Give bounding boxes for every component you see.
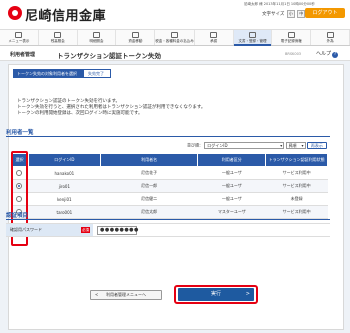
e-bond-icon xyxy=(287,32,295,38)
sort-bar: 並び順： ログインID 昇順 再表示 xyxy=(187,142,327,149)
screen-code: BRSK003 xyxy=(285,52,302,56)
sort-label: 並び順： xyxy=(187,142,203,148)
balance-icon xyxy=(54,32,62,38)
nav-item-balance[interactable]: 残高照会 xyxy=(39,30,78,45)
user-type-cell: 一般ユーザ xyxy=(197,179,266,193)
user-type-cell: 一般ユーザ xyxy=(197,166,266,180)
nav-label: 明細照会 xyxy=(89,39,104,43)
table-row: jiro01 尼信一郎 一般ユーザ サービス利用中 xyxy=(10,179,328,193)
font-small-button[interactable]: 小 xyxy=(286,10,295,18)
user-name-cell: 尼信花子 xyxy=(100,166,198,180)
user-info: 尼崎太郎 様 2013年11月1日 10時00分00秒 xyxy=(244,2,315,6)
nav-item-transfer[interactable]: 資金移動 xyxy=(116,30,156,45)
user-name-cell: 尼信健二 xyxy=(100,192,198,206)
page-title-bar: 利用者管理 トランザクション認証トークン失効 BRSK003 ヘルプ? xyxy=(0,46,350,61)
required-badge: 必須 xyxy=(81,227,90,233)
transfer-icon xyxy=(131,32,139,38)
nav-item-management[interactable]: 文書・登録・管理 xyxy=(233,30,273,46)
global-nav: メニュー表示 残高照会 明細照会 資金移動 税金・各種料金の払込み 承認 文書・… xyxy=(0,29,350,46)
menu-icon xyxy=(15,32,23,38)
login-id-cell: hanako01 xyxy=(28,166,101,180)
table-row: kenji01 尼信健二 一般ユーザ 未登録 xyxy=(10,192,328,206)
nav-item-statement[interactable]: 明細照会 xyxy=(78,30,117,45)
user-name-cell: 尼信太郎 xyxy=(100,205,198,219)
section-divider xyxy=(6,219,330,220)
nav-label: 残高照会 xyxy=(50,39,65,43)
nav-item-e-bond[interactable]: 電子記録債権 xyxy=(272,30,312,45)
section-divider xyxy=(6,136,330,137)
statement-icon xyxy=(93,32,101,38)
chevron-left-icon: < xyxy=(95,292,99,297)
col-auth-status: トランザクション認証利用状態 xyxy=(265,153,328,167)
nav-label: 電子記録債権 xyxy=(280,39,302,43)
header: 尼崎信用金庫 尼崎太郎 様 2013年11月1日 10時00分00秒 文字サイズ… xyxy=(0,0,350,29)
nav-label: 外為 xyxy=(326,39,334,43)
bank-name: 尼崎信用金庫 xyxy=(25,9,107,24)
table-row: taro001 尼信太郎 マスターユーザ サービス利用中 xyxy=(10,205,328,219)
step-next: 失効完了 xyxy=(83,69,111,78)
back-button-label: 利用者管理メニューへ xyxy=(106,292,146,297)
back-to-user-menu-button[interactable]: < 利用者管理メニューへ xyxy=(90,290,162,300)
help-label: ヘルプ xyxy=(316,51,332,57)
confirm-password-input[interactable]: ●●●●●●●● xyxy=(97,226,138,235)
table-row: hanako01 尼信花子 一般ユーザ サービス利用中 xyxy=(10,166,328,180)
nav-item-approval[interactable]: 承認 xyxy=(195,30,234,45)
nav-label: 文書・登録・管理 xyxy=(238,39,267,43)
page-category: 利用者管理 xyxy=(10,52,36,58)
step-indicator: トークン失効の対象利用者を選択 失効完了 xyxy=(13,69,111,78)
nav-label: 承認 xyxy=(210,39,218,43)
description: トランザクション認証のトークン失効を行います。 トークン失効を行うと、選択された… xyxy=(17,99,205,117)
step-current: トークン失効の対象利用者を選択 xyxy=(13,69,83,78)
user-list-title: 利用者一覧 xyxy=(6,130,34,136)
col-user-name: 利用者名 xyxy=(99,153,199,167)
user-name-cell: 尼信一郎 xyxy=(100,179,198,193)
auth-status-cell: サービス利用中 xyxy=(265,205,328,219)
auth-section-title: 認証項目 xyxy=(6,213,29,219)
password-label: 確認用パスワード xyxy=(6,224,93,236)
help-link[interactable]: ヘルプ? xyxy=(316,50,339,58)
help-icon: ? xyxy=(332,52,339,58)
forex-icon xyxy=(326,32,334,38)
login-id-cell: kenji01 xyxy=(28,192,101,206)
order-select[interactable]: 昇順 xyxy=(285,142,306,149)
management-icon xyxy=(248,32,256,38)
font-size-label: 文字サイズ xyxy=(262,12,285,17)
approval-icon xyxy=(210,32,218,38)
nav-item-payment[interactable]: 税金・各種料金の払込み xyxy=(155,30,195,45)
redisplay-button[interactable]: 再表示 xyxy=(306,142,327,149)
login-id-cell: taro001 xyxy=(28,205,101,219)
page-title: トランザクション認証トークン失効 xyxy=(57,52,161,60)
sort-select[interactable]: ログインID xyxy=(204,142,285,149)
table-header-row: 選択 ログインID 利用者名 利用者区分 トランザクション認証利用状態 xyxy=(10,153,328,167)
bank-logo-icon xyxy=(8,6,22,20)
auth-status-cell: サービス利用中 xyxy=(265,166,328,180)
password-row: 確認用パスワード 必須 ●●●●●●●● xyxy=(6,223,330,237)
auth-status-cell: サービス利用中 xyxy=(265,179,328,193)
col-login-id: ログインID xyxy=(27,153,101,167)
payment-icon xyxy=(171,32,178,38)
col-user-type: 利用者区分 xyxy=(197,153,267,167)
login-id-cell: jiro01 xyxy=(28,179,101,193)
auth-status-cell: 未登録 xyxy=(265,192,328,206)
logout-button[interactable]: ログアウト xyxy=(305,8,345,18)
nav-label: メニュー表示 xyxy=(8,39,30,43)
nav-item-menu[interactable]: メニュー表示 xyxy=(0,30,39,45)
user-type-cell: 一般ユーザ xyxy=(197,192,266,206)
execute-button-highlight xyxy=(174,285,258,304)
nav-item-forex[interactable]: 外為 xyxy=(311,30,350,45)
user-type-cell: マスターユーザ xyxy=(197,205,266,219)
nav-label: 資金移動 xyxy=(128,39,143,43)
description-line: トークンの利用開始登録は、次回ログイン時に実施可能です。 xyxy=(17,111,143,116)
nav-label: 税金・各種料金の払込み xyxy=(155,39,194,43)
user-table: 選択 ログインID 利用者名 利用者区分 トランザクション認証利用状態 hana… xyxy=(10,153,328,219)
